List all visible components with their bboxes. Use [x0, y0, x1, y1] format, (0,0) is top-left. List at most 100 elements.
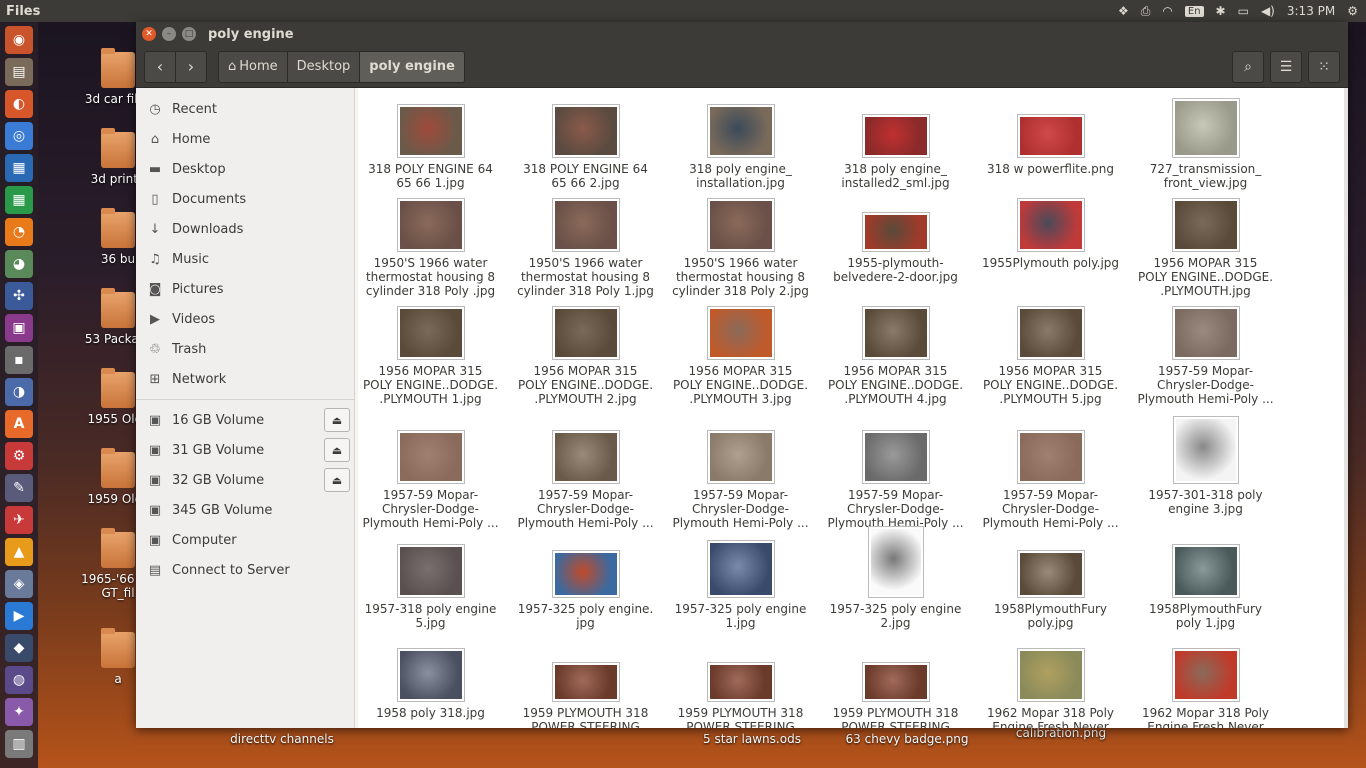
app4-launcher-icon[interactable]: ◆ — [5, 634, 33, 662]
file-item[interactable]: 1950'S 1966 water thermostat housing 8 c… — [668, 188, 813, 298]
sidebar-item-home[interactable]: ⌂ Home — [136, 124, 354, 154]
sidebar-item-pictures[interactable]: ◙ Pictures — [136, 274, 354, 304]
file-item[interactable]: 1959 PLYMOUTH 318 POWER STEERING — [513, 638, 658, 728]
file-item[interactable]: 1962 Mopar 318 Poly Engine Fresh Never — [978, 638, 1123, 728]
app2-launcher-icon[interactable]: ✈ — [5, 506, 33, 534]
sidebar-item-computer[interactable]: ▣ Computer — [136, 525, 354, 555]
file-item[interactable]: 1957-59 Mopar- Chrysler-Dodge- Plymouth … — [668, 420, 813, 530]
blender-launcher-icon[interactable]: ◔ — [5, 218, 33, 246]
sidebar-item-trash[interactable]: ♲ Trash — [136, 334, 354, 364]
file-item[interactable]: 1956 MOPAR 315 POLY ENGINE..DODGE. .PLYM… — [358, 296, 503, 406]
back-button[interactable]: ‹ — [144, 50, 176, 83]
chrome-launcher-icon[interactable]: ◎ — [5, 122, 33, 150]
tools-launcher-icon[interactable]: ✎ — [5, 474, 33, 502]
file-item[interactable]: 727_transmission_ front_view.jpg — [1133, 94, 1278, 190]
terminal-launcher-icon[interactable]: ▪ — [5, 346, 33, 374]
file-item[interactable]: 1958PlymouthFury poly.jpg — [978, 534, 1123, 630]
breadcrumb-desktop[interactable]: Desktop — [286, 50, 361, 83]
files-launcher-icon[interactable]: ▤ — [5, 58, 33, 86]
network-launcher-icon[interactable]: ✣ — [5, 282, 33, 310]
file-item[interactable]: 1956 MOPAR 315 POLY ENGINE..DODGE. .PLYM… — [668, 296, 813, 406]
bluetooth-icon[interactable]: ✱ — [1216, 4, 1226, 18]
sidebar-item-connect-to-server[interactable]: ▤ Connect to Server — [136, 555, 354, 585]
trash-launcher-icon[interactable]: ▥ — [5, 730, 33, 758]
file-item[interactable]: 1957-59 Mopar- Chrysler-Dodge- Plymouth … — [513, 420, 658, 530]
keyboard-layout-indicator[interactable]: En — [1184, 5, 1204, 17]
forward-button[interactable]: › — [175, 50, 207, 83]
writer-launcher-icon[interactable]: ▦ — [5, 154, 33, 182]
software-center-icon[interactable]: A — [5, 410, 33, 438]
calc-launcher-icon[interactable]: ▦ — [5, 186, 33, 214]
desktop-file[interactable]: directtv channels — [222, 732, 342, 746]
file-item[interactable]: 318 POLY ENGINE 64 65 66 1.jpg — [358, 94, 503, 190]
clock[interactable]: 3:13 PM — [1287, 4, 1335, 18]
app-launcher-icon[interactable]: ▣ — [5, 314, 33, 342]
battery-icon[interactable]: ▭ — [1238, 4, 1249, 18]
scrollbar[interactable] — [1344, 88, 1348, 728]
app3-launcher-icon[interactable]: ◈ — [5, 570, 33, 598]
file-item[interactable]: 1955-plymouth- belvedere-2-door.jpg — [823, 188, 968, 284]
file-item[interactable]: 1956 MOPAR 315 POLY ENGINE..DODGE. .PLYM… — [1133, 188, 1278, 298]
close-icon[interactable]: ✕ — [142, 27, 156, 41]
file-item[interactable]: 1957-301-318 poly engine 3.jpg — [1133, 416, 1278, 516]
breadcrumb-home[interactable]: ⌂ Home — [218, 50, 288, 83]
file-item[interactable]: 1959 PLYMOUTH 318 POWER STEERING — [823, 638, 968, 728]
search-button[interactable]: ⌕ — [1232, 50, 1264, 83]
media-launcher-icon[interactable]: ▶ — [5, 602, 33, 630]
file-item[interactable]: 1957-325 poly engine 1.jpg — [668, 534, 813, 630]
file-item[interactable]: 1957-59 Mopar- Chrysler-Dodge- Plymouth … — [823, 420, 968, 530]
sidebar-item-documents[interactable]: ▯ Documents — [136, 184, 354, 214]
file-item[interactable]: 1956 MOPAR 315 POLY ENGINE..DODGE. .PLYM… — [978, 296, 1123, 406]
file-item[interactable]: 1950'S 1966 water thermostat housing 8 c… — [513, 188, 658, 298]
ubuntu-dash-icon[interactable]: ◉ — [5, 26, 33, 54]
vlc-launcher-icon[interactable]: ▲ — [5, 538, 33, 566]
file-item[interactable]: 318 w powerflite.png — [978, 94, 1123, 176]
file-item[interactable]: 1957-59 Mopar- Chrysler-Dodge- Plymouth … — [1133, 296, 1278, 406]
gear-icon[interactable]: ⚙ — [1347, 4, 1358, 18]
app5-launcher-icon[interactable]: ◍ — [5, 666, 33, 694]
maximize-icon[interactable]: □ — [182, 27, 196, 41]
file-item[interactable]: 1957-59 Mopar- Chrysler-Dodge- Plymouth … — [978, 420, 1123, 530]
file-item[interactable]: 1957-325 poly engine 2.jpg — [823, 526, 968, 630]
grid-view-button[interactable]: ⁙ — [1308, 50, 1340, 83]
sidebar-item-16gb-volume[interactable]: ▣ 16 GB Volume ⏏ — [136, 405, 354, 435]
file-item[interactable]: 318 POLY ENGINE 64 65 66 2.jpg — [513, 94, 658, 190]
volume-icon[interactable]: ◀) — [1261, 4, 1275, 18]
eject-button[interactable]: ⏏ — [324, 438, 350, 462]
gimp-launcher-icon[interactable]: ◕ — [5, 250, 33, 278]
desktop-file[interactable]: calibration.png — [1006, 726, 1116, 740]
dropbox-icon[interactable]: ❖ — [1118, 4, 1129, 18]
sidebar-item-32gb-volume[interactable]: ▣ 32 GB Volume ⏏ — [136, 465, 354, 495]
file-item[interactable]: 1957-325 poly engine. jpg — [513, 534, 658, 630]
sidebar-item-recent[interactable]: ◷ Recent — [136, 94, 354, 124]
file-item[interactable]: 318 poly engine_ installation.jpg — [668, 94, 813, 190]
app6-launcher-icon[interactable]: ✦ — [5, 698, 33, 726]
file-item[interactable]: 1956 MOPAR 315 POLY ENGINE..DODGE. .PLYM… — [823, 296, 968, 406]
settings-launcher-icon[interactable]: ⚙ — [5, 442, 33, 470]
file-item[interactable]: 318 poly engine_ installed2_sml.jpg — [823, 94, 968, 190]
sidebar-item-345gb-volume[interactable]: ▣ 345 GB Volume — [136, 495, 354, 525]
file-item[interactable]: 1950'S 1966 water thermostat housing 8 c… — [358, 188, 503, 298]
eject-button[interactable]: ⏏ — [324, 468, 350, 492]
file-item[interactable]: 1958 poly 318.jpg — [358, 638, 503, 720]
sidebar-item-network[interactable]: ⊞ Network — [136, 364, 354, 394]
desktop-file[interactable]: 63 chevy badge.png — [842, 732, 972, 746]
file-item[interactable]: 1958PlymouthFury poly 1.jpg — [1133, 534, 1278, 630]
desktop-file[interactable]: 5 star lawns.ods — [692, 732, 812, 746]
file-item[interactable]: 1956 MOPAR 315 POLY ENGINE..DODGE. .PLYM… — [513, 296, 658, 406]
file-item[interactable]: 1957-59 Mopar- Chrysler-Dodge- Plymouth … — [358, 420, 503, 530]
window-titlebar[interactable]: ✕ – □ poly engine — [136, 22, 1348, 46]
file-item[interactable]: 1957-318 poly engine 5.jpg — [358, 534, 503, 630]
sidebar-item-videos[interactable]: ▶ Videos — [136, 304, 354, 334]
file-item[interactable]: 1962 Mopar 318 Poly Engine Fresh Never — [1133, 638, 1278, 728]
file-item[interactable]: 1955Plymouth poly.jpg — [978, 188, 1123, 270]
sidebar-item-desktop[interactable]: ▬ Desktop — [136, 154, 354, 184]
breadcrumb-current[interactable]: poly engine — [359, 50, 465, 83]
sidebar-item-31gb-volume[interactable]: ▣ 31 GB Volume ⏏ — [136, 435, 354, 465]
sidebar-item-music[interactable]: ♫ Music — [136, 244, 354, 274]
sidebar-item-downloads[interactable]: ↓ Downloads — [136, 214, 354, 244]
wifi-icon[interactable]: ◠ — [1162, 4, 1172, 18]
list-view-button[interactable]: ☰ — [1270, 50, 1302, 83]
firefox-launcher-icon[interactable]: ◐ — [5, 90, 33, 118]
disk-launcher-icon[interactable]: ◑ — [5, 378, 33, 406]
